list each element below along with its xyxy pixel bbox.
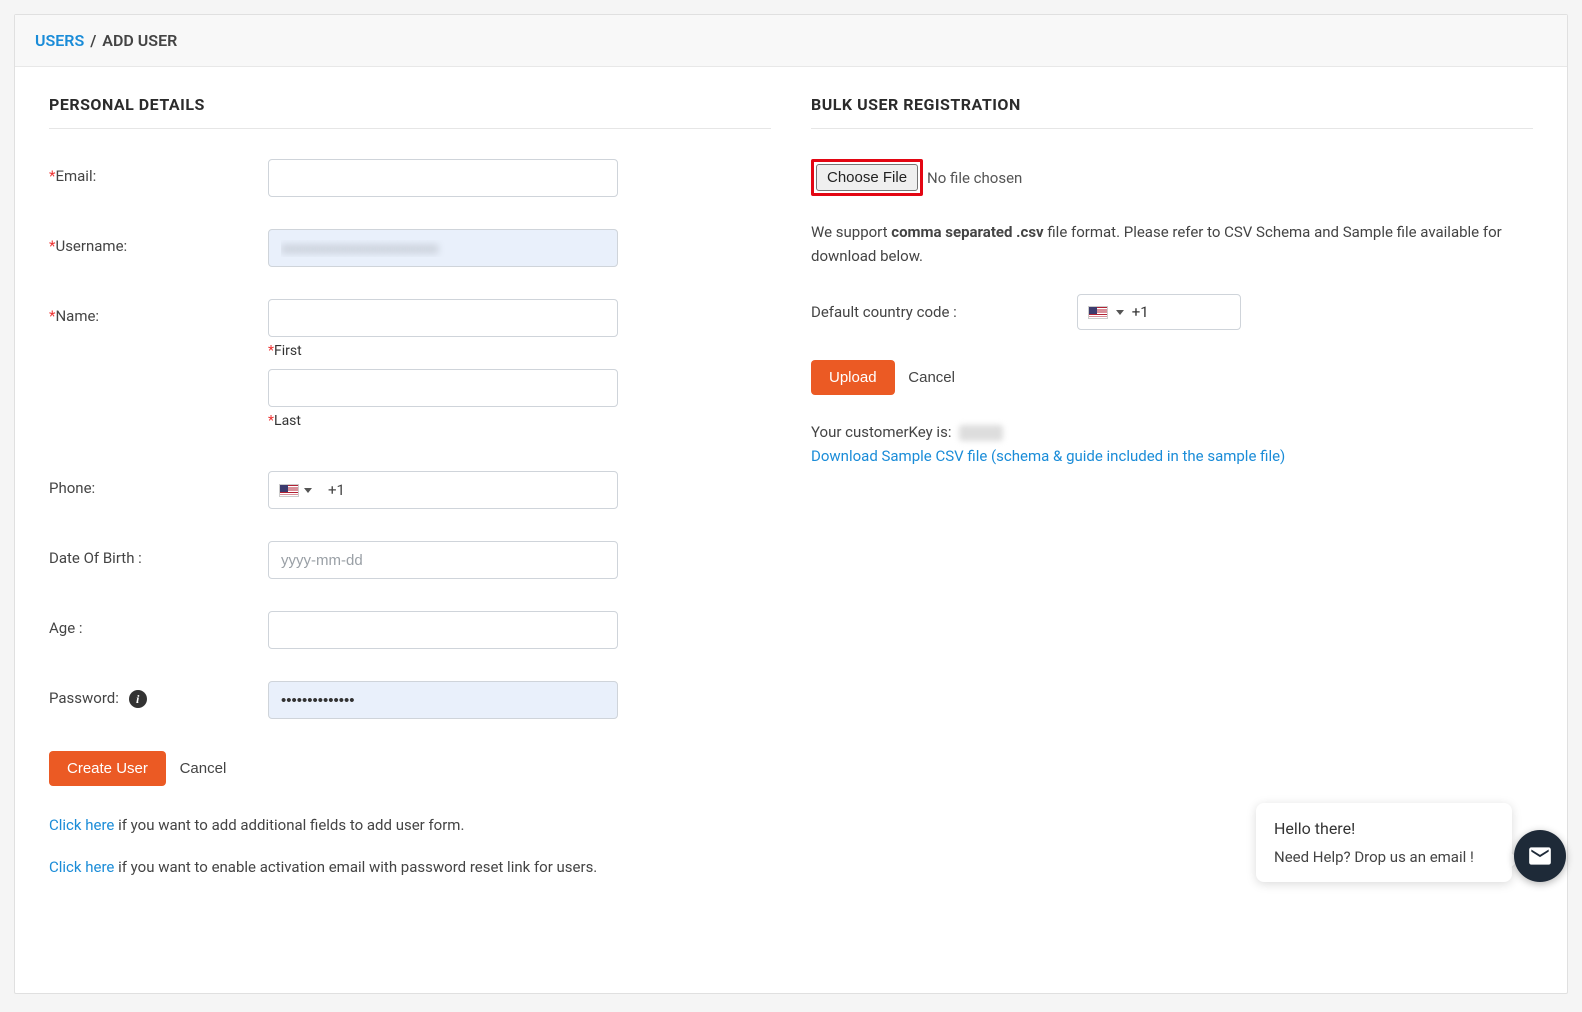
phone-country-selector[interactable] (269, 484, 322, 497)
username-label: *Username: (49, 229, 268, 255)
chat-fab-button[interactable] (1514, 830, 1566, 882)
personal-details-column: PERSONAL DETAILS *Email: *Username: *Nam… (49, 95, 771, 900)
email-input[interactable] (268, 159, 618, 197)
chevron-down-icon (1116, 310, 1124, 315)
breadcrumb: USERS / ADD USER (15, 15, 1567, 67)
bulk-actions: Upload Cancel (811, 360, 1533, 395)
age-label: Age : (49, 611, 268, 637)
username-input[interactable] (268, 229, 618, 267)
dob-row: Date Of Birth : (49, 541, 771, 579)
file-chooser-row: Choose File No file chosen (811, 159, 1533, 196)
country-code-label: Default country code : (811, 303, 957, 321)
email-row: *Email: (49, 159, 771, 197)
help-activation-email: Click here if you want to enable activat… (49, 858, 771, 876)
last-name-input[interactable] (268, 369, 618, 407)
us-flag-icon (279, 484, 299, 497)
first-sublabel: *First (268, 343, 618, 359)
age-row: Age : (49, 611, 771, 649)
country-code-value: +1 (1132, 303, 1149, 321)
bulk-registration-column: BULK USER REGISTRATION Choose File No fi… (811, 95, 1533, 900)
bulk-registration-title: BULK USER REGISTRATION (811, 95, 1533, 129)
customer-key-line: Your customerKey is: (811, 423, 1533, 441)
customer-key-value (959, 425, 1003, 441)
phone-label: Phone: (49, 471, 268, 497)
us-flag-icon (1088, 306, 1108, 319)
phone-code: +1 (322, 481, 345, 499)
username-row: *Username: (49, 229, 771, 267)
info-icon[interactable]: i (129, 690, 147, 708)
phone-row: Phone: +1 (49, 471, 771, 509)
dob-label: Date Of Birth : (49, 541, 268, 567)
create-user-button[interactable]: Create User (49, 751, 166, 786)
cancel-button[interactable]: Cancel (170, 751, 237, 786)
mail-icon (1527, 843, 1553, 869)
download-sample-link[interactable]: Download Sample CSV file (schema & guide… (811, 447, 1533, 465)
age-input[interactable] (268, 611, 618, 649)
first-name-input[interactable] (268, 299, 618, 337)
dob-input[interactable] (268, 541, 618, 579)
chat-prompt: Need Help? Drop us an email ! (1274, 848, 1494, 866)
choose-file-highlight: Choose File (811, 159, 923, 196)
personal-details-title: PERSONAL DETAILS (49, 95, 771, 129)
content-columns: PERSONAL DETAILS *Email: *Username: *Nam… (15, 67, 1567, 928)
choose-file-button[interactable]: Choose File (816, 164, 918, 191)
country-code-row: Default country code : +1 (811, 294, 1533, 330)
chat-greeting: Hello there! (1274, 819, 1494, 838)
personal-actions: Create User Cancel (49, 751, 771, 786)
password-row: Password: i (49, 681, 771, 719)
help-activation-email-link[interactable]: Click here (49, 858, 114, 876)
breadcrumb-separator: / (90, 31, 96, 50)
csv-support-text: We support comma separated .csv file for… (811, 220, 1533, 268)
chat-popover[interactable]: Hello there! Need Help? Drop us an email… (1256, 803, 1512, 882)
name-label: *Name: (49, 299, 268, 325)
bulk-cancel-button[interactable]: Cancel (898, 360, 965, 395)
email-label: *Email: (49, 159, 268, 185)
password-label: Password: i (49, 681, 268, 708)
phone-input[interactable]: +1 (268, 471, 618, 509)
chevron-down-icon (304, 488, 312, 493)
help-additional-fields: Click here if you want to add additional… (49, 816, 771, 834)
last-sublabel: *Last (268, 413, 618, 429)
upload-button[interactable]: Upload (811, 360, 895, 395)
breadcrumb-users-link[interactable]: USERS (35, 31, 84, 50)
name-row: *Name: *First *Last (49, 299, 771, 439)
help-additional-fields-link[interactable]: Click here (49, 816, 114, 834)
country-code-select[interactable]: +1 (1077, 294, 1241, 330)
breadcrumb-current: ADD USER (102, 31, 177, 50)
password-input[interactable] (268, 681, 618, 719)
file-status: No file chosen (927, 169, 1022, 187)
